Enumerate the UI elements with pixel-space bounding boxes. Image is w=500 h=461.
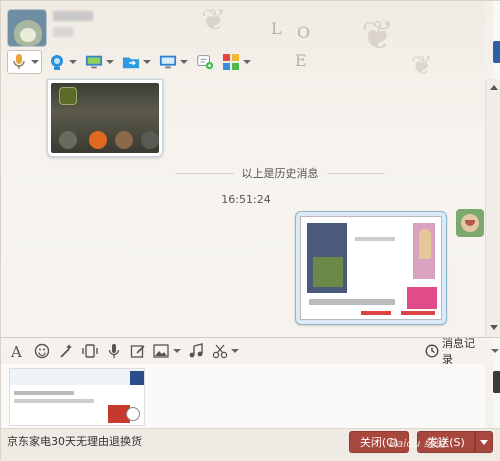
divider-line: [326, 172, 385, 174]
logo-letter: L: [271, 19, 282, 38]
edge-thumbnail: [493, 371, 500, 393]
chevron-down-icon[interactable]: [231, 349, 239, 353]
phone-screen-thumb: [313, 257, 343, 287]
webcam-icon: [48, 53, 66, 71]
divider-line: [175, 172, 234, 174]
emoji-icon[interactable]: [33, 342, 51, 360]
svg-text:A: A: [10, 343, 22, 359]
screen-share-button[interactable]: [157, 50, 190, 74]
butterfly-decoration: ❦: [201, 3, 227, 38]
voice-call-button[interactable]: [7, 50, 42, 74]
folder-arrow-icon: [122, 53, 140, 71]
shake-window-icon[interactable]: [81, 342, 99, 360]
message-timestamp: 16:51:24: [221, 193, 271, 206]
chevron-down-icon: [480, 439, 488, 445]
chat-toolbar: [7, 49, 253, 75]
logo-letter: O: [297, 23, 311, 42]
pasted-image-attachment[interactable]: [9, 368, 145, 426]
butterfly-decoration: ❦: [361, 13, 395, 59]
edge-thumbnail: [493, 41, 500, 63]
zoom-in-icon[interactable]: [126, 407, 140, 421]
message-history-label: 消息记录: [442, 337, 475, 366]
app-icon: [115, 131, 133, 149]
my-avatar[interactable]: [456, 209, 484, 237]
chat-scrollbar[interactable]: [485, 79, 500, 337]
chat-header: ❦ ❦ ❦ L O E: [1, 1, 485, 81]
clock-icon: [425, 344, 439, 358]
contact-signature-blurred: [53, 27, 73, 37]
message-history-button[interactable]: 消息记录: [425, 337, 499, 366]
contact-name-blurred: [53, 11, 93, 21]
message-add-button[interactable]: [194, 50, 216, 74]
app-icon: [141, 131, 159, 149]
message-add-icon: [196, 53, 214, 71]
history-label: 以上是历史消息: [241, 167, 319, 180]
music-icon[interactable]: [187, 342, 205, 360]
text-line: [361, 311, 391, 315]
logo-letter: E: [295, 51, 307, 70]
close-button[interactable]: 关闭(C): [349, 431, 409, 453]
font-icon[interactable]: A: [9, 342, 27, 360]
scroll-down-arrow-icon[interactable]: [490, 325, 498, 330]
chevron-down-icon[interactable]: [173, 349, 181, 353]
chevron-down-icon[interactable]: [143, 60, 151, 64]
chat-window: ❦ ❦ ❦ L O E 以上是历史消息 16:51:24 A 消息记录 京东家电…: [0, 0, 500, 461]
app-icon: [59, 131, 77, 149]
chevron-down-icon[interactable]: [69, 60, 77, 64]
text-line: [355, 237, 395, 241]
skin-logo: L O E: [269, 19, 317, 71]
screenshot-scissors-icon[interactable]: [211, 342, 229, 360]
text-line: [309, 299, 395, 305]
attachment-preview-thumb: [130, 371, 144, 385]
magic-wand-icon[interactable]: [57, 342, 75, 360]
butterfly-decoration: ❦: [411, 51, 433, 81]
apps-grid-icon: [222, 53, 240, 71]
edit-icon[interactable]: [129, 342, 147, 360]
history-image-message[interactable]: [47, 79, 163, 157]
photo-thumb: [407, 287, 437, 309]
apps-button[interactable]: [220, 50, 253, 74]
app-icon: [59, 87, 77, 105]
voice-message-icon[interactable]: [105, 342, 123, 360]
file-transfer-button[interactable]: [120, 50, 153, 74]
history-divider: 以上是历史消息: [175, 165, 385, 181]
app-icon: [89, 131, 107, 149]
attachment-preview-row: [10, 369, 144, 385]
send-options-button[interactable]: [475, 431, 493, 453]
contact-avatar[interactable]: [7, 9, 47, 47]
text-line: [401, 311, 435, 315]
send-button[interactable]: 发送(S): [417, 431, 475, 453]
chevron-down-icon[interactable]: [31, 60, 39, 64]
photo-thumb: [419, 229, 431, 259]
video-call-button[interactable]: [46, 50, 79, 74]
remote-desktop-button[interactable]: [83, 50, 116, 74]
sent-image-message[interactable]: [295, 211, 447, 325]
phone-screenshot-thumbnail: [51, 83, 159, 153]
monitor-icon: [85, 53, 103, 71]
image-icon[interactable]: [153, 342, 171, 360]
chevron-down-icon[interactable]: [180, 60, 188, 64]
attachment-preview-line: [14, 391, 74, 395]
ad-link[interactable]: 京东家电30天无理由退换货: [7, 433, 142, 449]
scroll-up-arrow-icon[interactable]: [490, 85, 498, 90]
chevron-down-icon[interactable]: [106, 60, 114, 64]
microphone-icon: [10, 53, 28, 71]
chevron-down-icon[interactable]: [243, 60, 251, 64]
screenshot-thumbnail: [300, 216, 442, 320]
screen-icon: [159, 53, 177, 71]
attachment-preview-line: [14, 399, 94, 403]
chevron-down-icon: [491, 349, 499, 353]
